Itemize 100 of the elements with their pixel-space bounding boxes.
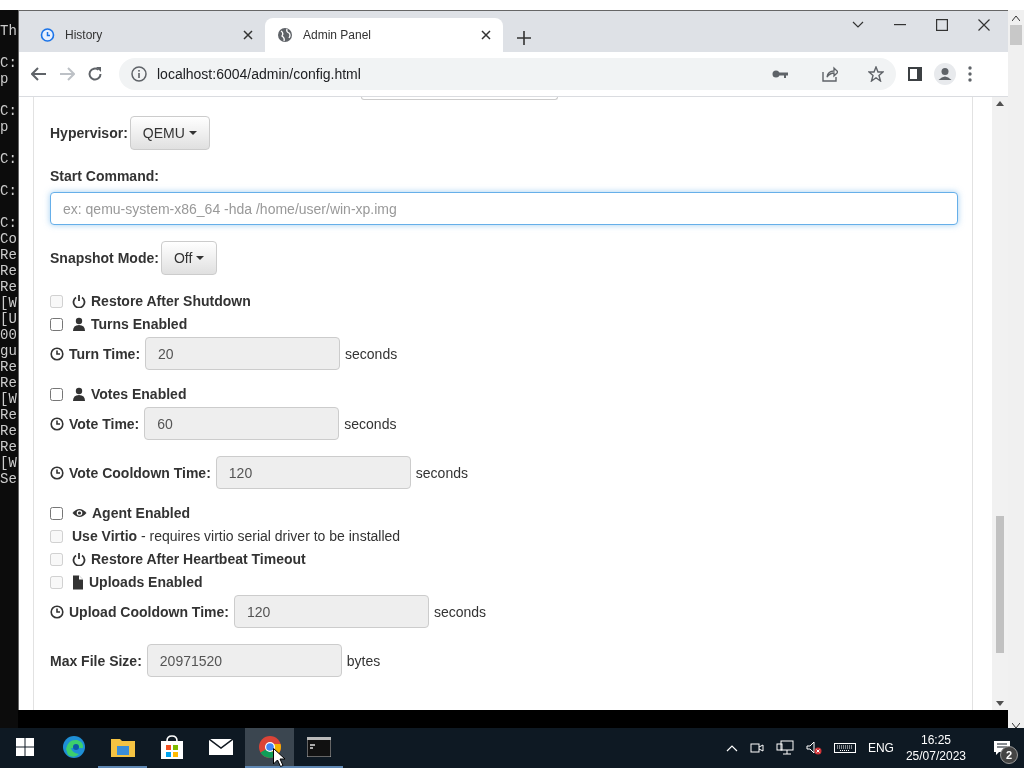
dropdown-button[interactable]: Off [160, 241, 218, 275]
side-panel-icon [908, 67, 922, 81]
share-icon [822, 66, 838, 82]
clock-icon [50, 416, 64, 431]
chevron-down-icon [852, 21, 864, 29]
number-field[interactable]: 60 [144, 407, 340, 440]
console-text: C: [0, 103, 18, 119]
field-label: Vote Cooldown Time: [69, 464, 211, 481]
dropdown-button[interactable]: QEMU [129, 116, 210, 150]
folder-icon [110, 737, 135, 757]
checkbox[interactable] [50, 387, 63, 401]
power-icon [72, 294, 86, 308]
console-text: Re [0, 407, 18, 423]
chevron-up-icon [725, 744, 738, 752]
console-text: Re [0, 247, 18, 263]
console-text: Se [0, 471, 18, 487]
checkbox-label: Turns Enabled [91, 316, 188, 332]
field-label: Max File Size: [50, 652, 142, 669]
minimize-icon [894, 24, 906, 26]
console-text: [W [0, 295, 18, 311]
number-field[interactable]: 20971520 [146, 644, 342, 677]
checkbox-label: Restore After Shutdown [91, 293, 251, 309]
checkbox-label: Votes Enabled [91, 386, 187, 402]
field-label: Snapshot Mode: [50, 250, 159, 266]
language-indicator[interactable]: ENG [867, 741, 894, 755]
reload-icon [87, 66, 103, 82]
terminal-icon [306, 737, 331, 757]
console-text: C: [0, 55, 18, 71]
user-icon [72, 387, 86, 401]
unit-label: seconds [433, 603, 487, 620]
eye-icon [72, 507, 87, 519]
clock-date[interactable]: 25/07/2023 [905, 749, 966, 763]
new-tab-icon [517, 31, 531, 45]
console-text: p [0, 119, 10, 135]
console-text: Re [0, 359, 18, 375]
field-label: Turn Time: [69, 345, 141, 362]
browser-tab[interactable]: Admin Panel [265, 18, 503, 52]
key-icon [772, 69, 788, 79]
shopping-bag-icon [160, 735, 183, 759]
unit-label: seconds [345, 345, 398, 362]
power-icon [72, 552, 86, 566]
globe-icon [277, 27, 293, 43]
checkbox-label: Restore After Heartbeat Timeout [91, 551, 306, 567]
history-icon [39, 27, 55, 43]
network-icon [775, 740, 794, 756]
start-command-field[interactable]: ex: qemu-system-x86_64 -hda /home/user/win-xp.img [50, 192, 958, 225]
console-text: C: [0, 151, 18, 167]
browser-tab[interactable]: History [27, 18, 265, 52]
clock-time[interactable]: 16:25 [920, 733, 951, 747]
checkbox-label: Use Virtio - requires virtio serial driver to be installed [72, 528, 401, 544]
taskbar-button[interactable] [245, 728, 294, 768]
field-label: Start Command: [50, 168, 160, 184]
checkbox-label: Agent Enabled [92, 505, 190, 521]
notification-count: 2 [1000, 746, 1018, 764]
scrollbar-thumb[interactable] [996, 516, 1004, 653]
unit-label: bytes [346, 652, 381, 669]
field-label: Upload Cooldown Time: [69, 603, 229, 620]
number-field[interactable]: 120 [215, 456, 411, 489]
number-field[interactable]: 120 [233, 595, 429, 628]
close-icon [978, 19, 990, 31]
address-bar[interactable]: localhost:6004/admin/config.html [119, 58, 896, 90]
field-label: Vote Time: [69, 415, 140, 432]
console-text: [W [0, 455, 18, 471]
scrollbar-thumb[interactable] [1010, 25, 1022, 45]
checkbox-label: Uploads Enabled [89, 574, 203, 590]
close-icon [243, 30, 253, 40]
keyboard-icon [833, 743, 856, 753]
clock-icon [50, 604, 64, 619]
console-text: p [0, 71, 10, 87]
console-text: Re [0, 375, 18, 391]
number-field[interactable]: 20 [145, 337, 341, 370]
back-arrow-icon [31, 67, 47, 81]
unit-label: seconds [415, 464, 468, 481]
scroll-up-icon [1012, 16, 1020, 21]
console-text: 00 [0, 327, 18, 343]
console-text: [U [0, 311, 18, 327]
checkbox[interactable] [50, 317, 63, 331]
mouse-pointer-icon [273, 748, 285, 767]
clock-icon [50, 346, 64, 361]
menu-icon [968, 66, 972, 82]
field-label: Hypervisor: [50, 125, 128, 141]
profile-avatar-icon [934, 63, 956, 85]
file-icon [72, 574, 84, 590]
console-text: Co [0, 231, 18, 247]
console-text: C: [0, 183, 18, 199]
console-text: Re [0, 423, 18, 439]
close-icon [481, 30, 491, 40]
console-text: C: [0, 215, 18, 231]
checkbox[interactable] [50, 506, 63, 520]
muted-speaker-icon [805, 741, 822, 755]
console-text: [W [0, 391, 18, 407]
envelope-icon [208, 739, 233, 755]
console-text: gu [0, 343, 18, 359]
clock-icon [50, 465, 64, 480]
user-icon [72, 317, 86, 331]
maximize-icon [936, 19, 948, 31]
scroll-down-icon [996, 701, 1004, 706]
console-text: Re [0, 263, 18, 279]
notification-button[interactable]: 2 [988, 734, 1016, 762]
scroll-down-icon [1012, 723, 1020, 728]
